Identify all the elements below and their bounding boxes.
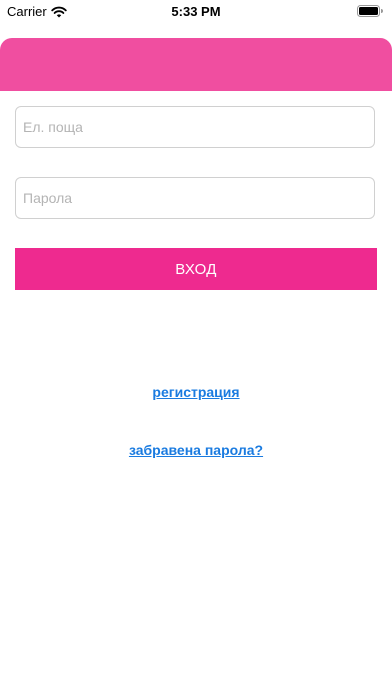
register-link[interactable]: регистрация: [0, 384, 392, 400]
email-input[interactable]: [15, 106, 375, 148]
header-bar: [0, 38, 392, 91]
status-time: 5:33 PM: [171, 4, 221, 19]
forgot-password-link[interactable]: забравена парола?: [0, 442, 392, 458]
battery-icon: [357, 5, 383, 17]
password-input[interactable]: [15, 177, 375, 219]
login-button[interactable]: ВХОД: [15, 248, 377, 290]
status-bar: Carrier 5:33 PM: [0, 0, 392, 22]
